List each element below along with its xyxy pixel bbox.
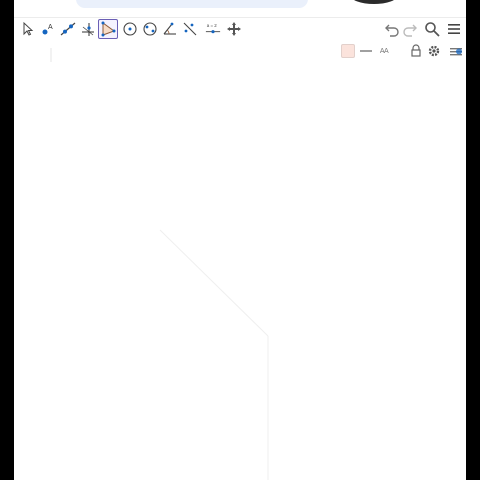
circle-tool-button[interactable] bbox=[120, 19, 140, 39]
move-tool-button[interactable] bbox=[18, 19, 38, 39]
undo-button[interactable] bbox=[382, 19, 402, 39]
menu-icon bbox=[446, 21, 462, 37]
search-button[interactable] bbox=[422, 19, 442, 39]
graphics-canvas[interactable] bbox=[14, 40, 466, 480]
move-tool-icon bbox=[20, 21, 36, 37]
angle-tool-icon bbox=[162, 21, 178, 37]
search-icon bbox=[424, 21, 440, 37]
undo-icon bbox=[384, 21, 400, 37]
polygon-tool-button[interactable] bbox=[98, 19, 118, 39]
svg-text:A: A bbox=[48, 24, 53, 31]
move-graphics-view-button[interactable] bbox=[224, 19, 244, 39]
graphics-view[interactable] bbox=[14, 40, 466, 480]
geogebra-app: A a = 2 AA bbox=[14, 0, 466, 480]
point-tool-icon: A bbox=[40, 21, 56, 37]
point-tool-button[interactable]: A bbox=[38, 19, 58, 39]
screen: A a = 2 AA bbox=[0, 0, 480, 480]
line-tool-icon bbox=[60, 21, 76, 37]
redo-icon bbox=[402, 21, 418, 37]
line-tool-button[interactable] bbox=[58, 19, 78, 39]
reflect-tool-button[interactable] bbox=[180, 19, 200, 39]
main-menu-button[interactable] bbox=[444, 19, 464, 39]
ellipse-tool-button[interactable] bbox=[140, 19, 160, 39]
toolbar: A a = 2 bbox=[14, 18, 466, 40]
ellipse-tool-icon bbox=[142, 21, 158, 37]
faint-segment bbox=[159, 229, 269, 337]
move-graphics-view-tool-icon bbox=[226, 21, 242, 37]
perpendicular-line-tool-button[interactable] bbox=[78, 19, 98, 39]
avatar[interactable] bbox=[350, 0, 398, 4]
circle-with-center-tool-icon bbox=[122, 21, 138, 37]
top-search-pill[interactable] bbox=[76, 0, 308, 8]
redo-button[interactable] bbox=[400, 19, 420, 39]
slider-tool-button[interactable]: a = 2 bbox=[202, 19, 224, 39]
slider-tool-label: a = 2 bbox=[207, 23, 218, 28]
reflect-about-line-tool-icon bbox=[182, 21, 198, 37]
polygon-tool-icon bbox=[100, 21, 116, 37]
angle-tool-button[interactable] bbox=[160, 19, 180, 39]
slider-tool-icon: a = 2 bbox=[205, 21, 221, 37]
perpendicular-line-tool-icon bbox=[80, 21, 96, 37]
